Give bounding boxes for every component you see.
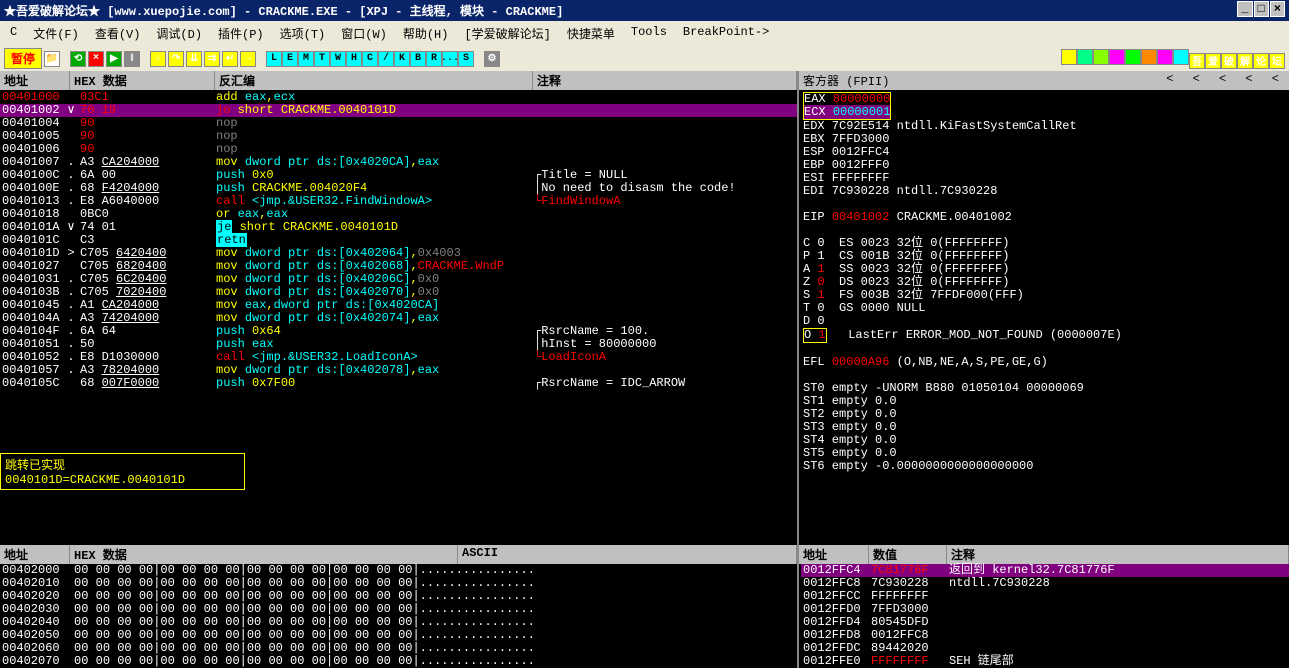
- menu-tools[interactable]: Tools: [625, 23, 673, 44]
- toolbar-L[interactable]: L: [266, 51, 282, 67]
- app-icon: C: [4, 23, 23, 44]
- window-title: ★吾爱破解论坛★ [www.xuepojie.com] - CRACKME.EX…: [4, 2, 563, 19]
- tb-color-6[interactable]: [1077, 49, 1093, 65]
- toolbar-W[interactable]: W: [330, 51, 346, 67]
- dump-header: 地址 HEX 数据 ASCII: [0, 545, 797, 564]
- open-button[interactable]: 📁: [44, 51, 60, 67]
- menu-view[interactable]: 查看(V): [89, 23, 147, 44]
- traceover-button[interactable]: ⇉: [204, 51, 220, 67]
- disasm-view[interactable]: 00401000 03C1add eax,ecx00401002∨70 19jo…: [0, 90, 797, 453]
- menubar: C 文件(F) 查看(V) 调试(D) 插件(P) 选项(T) 窗口(W) 帮助…: [0, 21, 1289, 46]
- minimize-button[interactable]: _: [1237, 1, 1252, 17]
- stack-row[interactable]: 0012FFE0FFFFFFFFSEH 链尾部: [801, 655, 1289, 668]
- reg-arrows[interactable]: < < < < <: [1166, 72, 1285, 86]
- toolbar: 暂停 📁 ⟲ × ▶ ‖ ↓ ↷ ⇊ ⇉ ↵ → LEMTWHC/KBR...S…: [0, 46, 1289, 71]
- stack-col-cmt: 注释: [947, 545, 1289, 564]
- dump-row[interactable]: 00402070 00 00 00 00|00 00 00 00|00 00 0…: [2, 655, 797, 668]
- toolbar-T[interactable]: T: [314, 51, 330, 67]
- registers-header: 客方器 (FPII)< < < < <: [799, 71, 1289, 90]
- close-button[interactable]: ×: [1270, 1, 1285, 17]
- tb-color-5[interactable]: [1093, 49, 1109, 65]
- stepover-button[interactable]: ↷: [168, 51, 184, 67]
- toolbar-S[interactable]: S: [458, 51, 474, 67]
- tb-right-2[interactable]: 破: [1221, 53, 1237, 69]
- toolbar-C[interactable]: C: [362, 51, 378, 67]
- toolbar-E[interactable]: E: [282, 51, 298, 67]
- menu-window[interactable]: 窗口(W): [335, 23, 393, 44]
- tb-right-5[interactable]: 坛: [1269, 53, 1285, 69]
- stack-view[interactable]: 0012FFC47C81776F返回到 kernel32.7C81776F001…: [799, 564, 1289, 668]
- registers-view[interactable]: EAX 80000000ECX 00000001EDX 7C92E514 ntd…: [799, 90, 1289, 545]
- tillret-button[interactable]: ↵: [222, 51, 238, 67]
- toolbar-K[interactable]: K: [394, 51, 410, 67]
- disasm-row[interactable]: 0040104A.A3 74204000mov dword ptr ds:[0x…: [0, 312, 797, 325]
- disasm-row[interactable]: 00401013.E8 A6040000call <jmp.&USER32.Fi…: [0, 195, 797, 208]
- disasm-row[interactable]: 0040101A∨74 01je short CRACKME.0040101D: [0, 221, 797, 234]
- tb-color-1[interactable]: [1157, 49, 1173, 65]
- tb-color-0[interactable]: [1173, 49, 1189, 65]
- disasm-row[interactable]: 00401007.A3 CA204000mov dword ptr ds:[0x…: [0, 156, 797, 169]
- tb-color-7[interactable]: [1061, 49, 1077, 65]
- stepinto-button[interactable]: ↓: [150, 51, 166, 67]
- menu-plugin[interactable]: 插件(P): [212, 23, 270, 44]
- disasm-row[interactable]: 0040105C 68 007F0000push 0x7F00┌RsrcName…: [0, 377, 797, 390]
- dump-col-ascii: ASCII: [458, 545, 797, 564]
- menu-help[interactable]: 帮助(H): [397, 23, 455, 44]
- toolbar-B[interactable]: B: [410, 51, 426, 67]
- goaddr-button[interactable]: →: [240, 51, 256, 67]
- menu-debug[interactable]: 调试(D): [150, 23, 208, 44]
- col-hex: HEX 数据: [70, 71, 215, 90]
- disasm-row[interactable]: 00401018 0BC0or eax,eax: [0, 208, 797, 221]
- stack-col-val: 数值: [869, 545, 947, 564]
- menu-breakpoint[interactable]: BreakPoint->: [677, 23, 775, 44]
- tb-right-0[interactable]: 吾: [1189, 53, 1205, 69]
- settings-button[interactable]: ⚙: [484, 51, 500, 67]
- restart-button[interactable]: ⟲: [70, 51, 86, 67]
- menu-quickmenu[interactable]: 快捷菜单: [561, 23, 621, 44]
- tb-color-3[interactable]: [1125, 49, 1141, 65]
- titlebar: ★吾爱破解论坛★ [www.xuepojie.com] - CRACKME.EX…: [0, 0, 1289, 21]
- toolbar-...[interactable]: ...: [442, 51, 458, 67]
- info-target: 0040101D=CRACKME.0040101D: [5, 473, 240, 487]
- traceinto-button[interactable]: ⇊: [186, 51, 202, 67]
- pause-indicator: 暂停: [4, 48, 42, 69]
- window-controls: _□×: [1236, 2, 1285, 19]
- disasm-row[interactable]: 00401005 90nop: [0, 130, 797, 143]
- close-button-tb[interactable]: ×: [88, 51, 104, 67]
- run-button[interactable]: ▶: [106, 51, 122, 67]
- menu-file[interactable]: 文件(F): [27, 23, 85, 44]
- toolbar-/[interactable]: /: [378, 51, 394, 67]
- disasm-row[interactable]: 0040104F.6A 64push 0x64┌RsrcName = 100.: [0, 325, 797, 338]
- stack-header: 地址 数值 注释: [799, 545, 1289, 564]
- tb-color-4[interactable]: [1109, 49, 1125, 65]
- tb-right-4[interactable]: 论: [1253, 53, 1269, 69]
- disasm-row[interactable]: 00401002∨70 19jo short CRACKME.0040101D: [0, 104, 797, 117]
- disasm-row[interactable]: 00401000 03C1add eax,ecx: [0, 91, 797, 104]
- tb-color-2[interactable]: [1141, 49, 1157, 65]
- toolbar-R[interactable]: R: [426, 51, 442, 67]
- menu-forum[interactable]: [学爱破解论坛]: [458, 23, 556, 44]
- menu-options[interactable]: 选项(T): [274, 23, 332, 44]
- toolbar-M[interactable]: M: [298, 51, 314, 67]
- disasm-row[interactable]: 00401004 90nop: [0, 117, 797, 130]
- info-jump-taken: 跳转已实现: [5, 456, 240, 473]
- dump-view[interactable]: 00402000 00 00 00 00|00 00 00 00|00 00 0…: [0, 564, 797, 668]
- dump-col-addr: 地址: [0, 545, 70, 564]
- tb-right-1[interactable]: 爱: [1205, 53, 1221, 69]
- pause-button[interactable]: ‖: [124, 51, 140, 67]
- info-line: 跳转已实现 0040101D=CRACKME.0040101D: [0, 453, 245, 490]
- col-addr: 地址: [0, 71, 70, 90]
- maximize-button[interactable]: □: [1254, 1, 1269, 17]
- disasm-header: 地址 HEX 数据 反汇编 注释: [0, 71, 797, 90]
- stack-col-addr: 地址: [799, 545, 869, 564]
- col-cmt: 注释: [533, 71, 797, 90]
- tb-right-3[interactable]: 解: [1237, 53, 1253, 69]
- col-dis: 反汇编: [215, 71, 533, 90]
- toolbar-H[interactable]: H: [346, 51, 362, 67]
- dump-col-hex: HEX 数据: [70, 545, 458, 564]
